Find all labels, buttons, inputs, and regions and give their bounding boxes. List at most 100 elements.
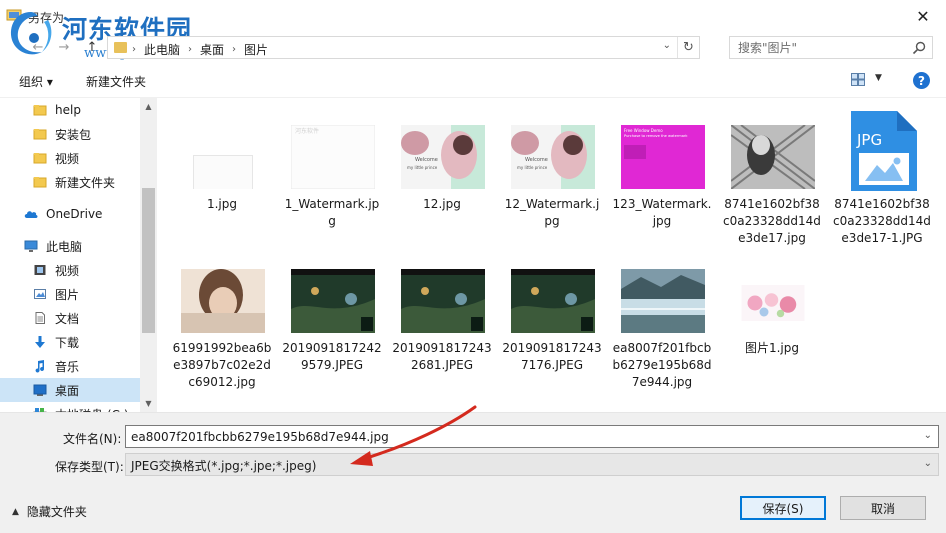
file-thumbnail[interactable] xyxy=(291,269,375,333)
file-thumbnail[interactable] xyxy=(181,269,265,333)
filename-field[interactable]: ⌄ xyxy=(125,425,939,448)
file-thumbnail[interactable] xyxy=(181,125,265,189)
sidebar-item[interactable]: 视频 xyxy=(0,146,140,170)
help-button[interactable]: ? xyxy=(913,72,930,89)
sidebar-item-label: 视频 xyxy=(55,263,80,278)
command-toolbar: 组织 ▾ 新建文件夹 ▼ ? xyxy=(0,62,946,98)
file-item[interactable]: 20190918172432681.JPEG xyxy=(392,242,492,382)
sidebar-item[interactable]: help xyxy=(0,98,140,122)
scroll-thumb[interactable] xyxy=(142,188,155,333)
scroll-down-button[interactable]: ▼ xyxy=(140,395,157,412)
sidebar-item-label: 文档 xyxy=(55,311,80,326)
filename-input[interactable] xyxy=(131,429,911,444)
sidebar-item[interactable]: 新建文件夹 xyxy=(0,170,140,194)
organize-button[interactable]: 组织 ▾ xyxy=(19,73,53,90)
search-input[interactable] xyxy=(738,40,908,55)
refresh-button[interactable]: ↻ xyxy=(677,37,699,58)
file-thumbnail[interactable]: Welcome my little prince xyxy=(511,125,595,189)
file-thumbnail[interactable]: Welcome my little prince xyxy=(401,125,485,189)
up-button[interactable]: ↑ xyxy=(82,38,102,56)
sidebar-item[interactable]: 桌面 xyxy=(0,378,140,402)
filetype-select[interactable]: JPEG交换格式(*.jpg;*.jpe;*.jpeg) ⌄ xyxy=(125,453,939,476)
file-thumbnail[interactable] xyxy=(731,125,815,189)
sidebar-item[interactable]: 音乐 xyxy=(0,354,140,378)
sidebar-scrollbar[interactable]: ▲ ▼ xyxy=(140,98,157,412)
thumb-welcome-text: Welcome xyxy=(525,157,548,163)
breadcrumb-desktop[interactable]: 桌面 xyxy=(200,41,224,58)
breadcrumb-pictures[interactable]: 图片 xyxy=(244,41,268,58)
file-thumbnail[interactable] xyxy=(731,269,815,333)
thumbnail-image xyxy=(731,125,815,189)
close-button[interactable]: ✕ xyxy=(900,0,946,32)
file-name[interactable]: 1_Watermark.jpg xyxy=(282,196,382,230)
sidebar-item[interactable]: 本地磁盘 (C:) xyxy=(0,402,140,412)
save-panel: 文件名(N): ⌄ 保存类型(T): JPEG交换格式(*.jpg;*.jpe;… xyxy=(0,412,946,533)
file-name[interactable]: 123_Watermark.jpg xyxy=(612,196,712,230)
file-item[interactable]: 20190918172437176.JPEG xyxy=(502,242,602,382)
music-icon xyxy=(35,360,45,373)
breadcrumb-this-pc[interactable]: 此电脑 xyxy=(144,41,180,58)
filetype-value[interactable]: JPEG交换格式(*.jpg;*.jpe;*.jpeg) xyxy=(131,457,316,474)
file-thumbnail[interactable]: JPG xyxy=(841,111,925,191)
new-folder-button[interactable]: 新建文件夹 xyxy=(86,73,146,90)
scroll-up-button[interactable]: ▲ xyxy=(140,98,157,115)
filetype-dropdown-icon[interactable]: ⌄ xyxy=(924,458,932,469)
file-item[interactable]: Welcome my little prince 12_Watermark.jpg xyxy=(502,98,602,238)
file-thumbnail[interactable]: Free Window Demo Purchase to remove the w… xyxy=(621,125,705,189)
file-item[interactable]: 河东软件 1_Watermark.jpg xyxy=(282,98,382,238)
back-button[interactable]: ← xyxy=(28,38,48,56)
sidebar-item[interactable]: 视频 xyxy=(0,258,140,282)
file-thumbnail[interactable] xyxy=(621,269,705,333)
file-name[interactable]: 8741e1602bf38c0a23328dd14de3de17-1.JPG xyxy=(832,196,932,247)
sidebar-item[interactable]: 安装包 xyxy=(0,122,140,146)
thumbnail-image: Welcome my little prince xyxy=(511,125,595,189)
sidebar-item-label: OneDrive xyxy=(46,207,103,221)
sidebar-item[interactable]: OneDrive xyxy=(0,202,140,226)
sidebar-item[interactable]: 图片 xyxy=(0,282,140,306)
file-name[interactable]: 20190918172429579.JPEG xyxy=(282,340,382,374)
pictures-icon xyxy=(34,289,46,299)
file-item[interactable]: 8741e1602bf38c0a23328dd14de3de17.jpg xyxy=(722,98,822,245)
file-name[interactable]: 8741e1602bf38c0a23328dd14de3de17.jpg xyxy=(722,196,822,247)
file-name[interactable]: 1.jpg xyxy=(172,196,272,213)
file-name[interactable]: 12.jpg xyxy=(392,196,492,213)
file-name[interactable]: 12_Watermark.jpg xyxy=(502,196,602,230)
file-name[interactable]: 20190918172432681.JPEG xyxy=(392,340,492,374)
file-name[interactable]: 61991992bea6be3897b7c02e2dc69012.jpg xyxy=(172,340,272,391)
file-name[interactable]: 图片1.jpg xyxy=(722,340,822,357)
file-thumbnail[interactable] xyxy=(511,269,595,333)
view-dropdown-icon[interactable]: ▼ xyxy=(875,73,882,83)
sidebar-item[interactable]: 下载 xyxy=(0,330,140,354)
file-name[interactable]: ea8007f201fbcbb6279e195b68d7e944.jpg xyxy=(612,340,712,391)
filename-dropdown-icon[interactable]: ⌄ xyxy=(924,430,932,441)
breadcrumb-separator: › xyxy=(132,44,136,55)
file-item[interactable]: Welcome my little prince 12.jpg xyxy=(392,98,492,238)
search-icon[interactable] xyxy=(912,41,926,55)
file-thumbnail[interactable]: 河东软件 xyxy=(291,125,375,189)
file-item[interactable]: ea8007f201fbcbb6279e195b68d7e944.jpg xyxy=(612,242,712,389)
file-item[interactable]: 61991992bea6be3897b7c02e2dc69012.jpg xyxy=(172,242,272,389)
file-name[interactable]: 20190918172437176.JPEG xyxy=(502,340,602,374)
save-button[interactable]: 保存(S) xyxy=(740,496,826,520)
cancel-button[interactable]: 取消 xyxy=(840,496,926,520)
file-thumbnail[interactable] xyxy=(401,269,485,333)
breadcrumb-separator[interactable]: › xyxy=(232,44,236,55)
breadcrumb-separator[interactable]: › xyxy=(188,44,192,55)
file-item[interactable]: 20190918172429579.JPEG xyxy=(282,242,382,382)
video-icon xyxy=(34,265,46,275)
file-item[interactable]: JPG 8741e1602bf38c0a23328dd14de3de17-1.JP… xyxy=(832,98,932,245)
file-item[interactable]: 图片1.jpg xyxy=(722,242,822,382)
forward-button[interactable]: → xyxy=(54,38,74,56)
address-dropdown-icon[interactable]: ⌄ xyxy=(663,40,671,51)
address-bar[interactable]: › 此电脑 › 桌面 › 图片 ⌄ ↻ xyxy=(107,36,700,59)
search-box[interactable] xyxy=(729,36,933,59)
thumbnail-image: Welcome my little prince xyxy=(401,125,485,189)
sidebar-item[interactable]: 文档 xyxy=(0,306,140,330)
desktop-icon xyxy=(33,384,47,396)
sidebar-item[interactable]: 此电脑 xyxy=(0,234,140,258)
hide-folders-toggle[interactable]: ▲ 隐藏文件夹 xyxy=(12,503,87,520)
file-item[interactable]: Free Window Demo Purchase to remove the w… xyxy=(612,98,712,238)
file-item[interactable]: 1.jpg xyxy=(172,98,272,238)
view-options-icon[interactable] xyxy=(851,73,865,86)
document-icon xyxy=(35,312,45,324)
